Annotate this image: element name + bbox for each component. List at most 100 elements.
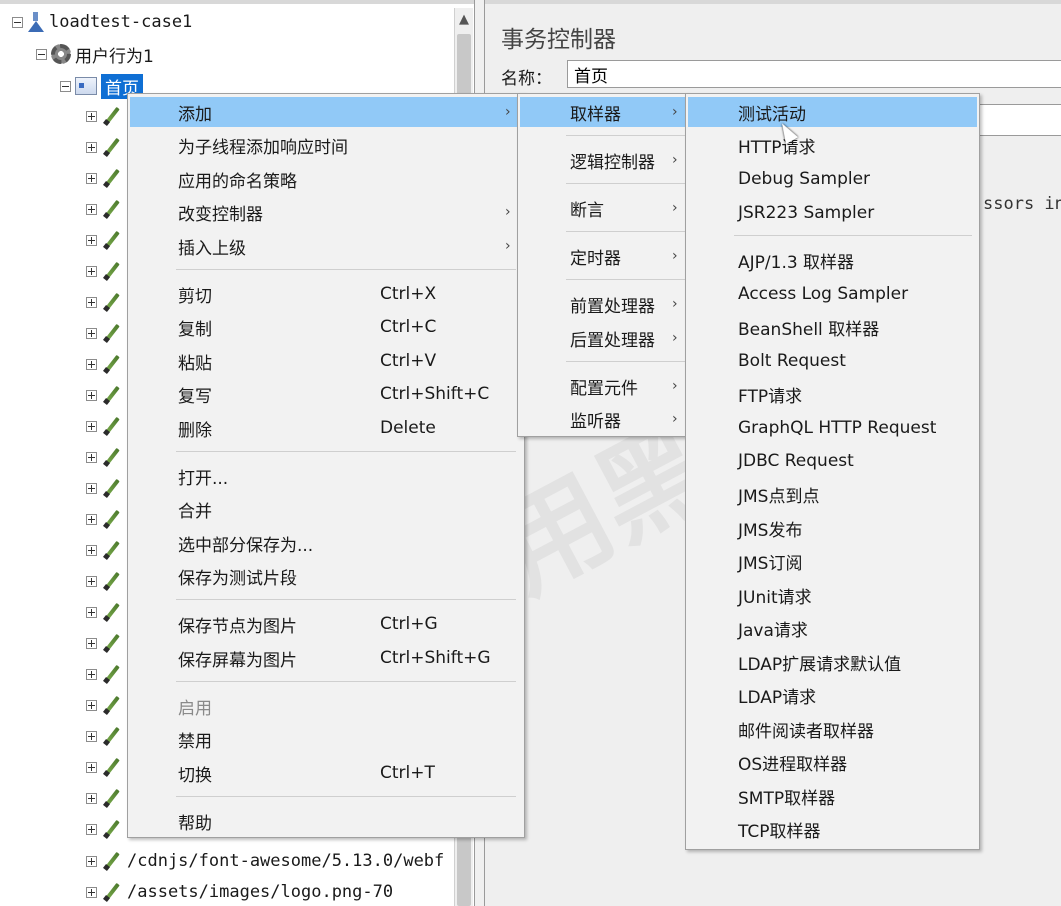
name-field[interactable] [567,60,1061,88]
sampler-menu-item[interactable]: HTTP请求 [688,131,977,161]
menu-item[interactable]: 插入上级 › [130,231,522,261]
menu-item[interactable]: 为子线程添加响应时间 [130,130,522,160]
tree-node-sampler[interactable]: /assets/images/logo.png-70 [86,878,393,906]
tree-node-sampler[interactable] [86,164,123,192]
tree-node-sampler[interactable] [86,381,123,409]
submenu-item[interactable]: 取样器 › [520,97,685,127]
submenu-item[interactable]: 逻辑控制器 › [520,145,685,175]
expand-icon[interactable] [86,668,97,680]
sampler-menu-item[interactable]: JMS点到点 [688,480,977,510]
menu-item[interactable]: 打开... [130,461,522,491]
sampler-menu-item[interactable]: TCP取样器 [688,815,977,845]
sampler-menu-item[interactable]: OS进程取样器 [688,748,977,778]
sampler-menu-item[interactable]: GraphQL HTTP Request [688,413,977,443]
tree-node-sampler[interactable] [86,257,123,285]
tree-node-thread-group[interactable]: 用户行为1 [36,40,154,68]
sampler-menu-item[interactable]: LDAP请求 [688,681,977,711]
sampler-menu-item[interactable]: BeanShell 取样器 [688,312,977,342]
tree-node-sampler[interactable] [86,629,123,657]
expand-icon[interactable] [86,172,97,184]
menu-item[interactable]: 禁用 [130,724,522,754]
expand-icon[interactable] [86,730,97,742]
expand-icon[interactable] [86,482,97,494]
tree-node-sampler[interactable] [86,815,123,843]
collapse-icon[interactable] [12,16,23,28]
expand-icon[interactable] [86,575,97,587]
sampler-menu-item[interactable]: LDAP扩展请求默认值 [688,647,977,677]
sampler-menu-item[interactable]: JUnit请求 [688,580,977,610]
tree-node-sampler[interactable] [86,195,123,223]
menu-item[interactable]: 应用的命名策略 [130,164,522,194]
expand-icon[interactable] [86,327,97,339]
menu-item[interactable]: 切换 Ctrl+T [130,758,522,788]
menu-item[interactable]: 改变控制器 › [130,197,522,227]
sampler-menu-item[interactable]: JMS订阅 [688,547,977,577]
submenu-item[interactable]: 断言 › [520,193,685,223]
menu-item[interactable]: 启用 [130,691,522,721]
tree-node-sampler[interactable]: /cdnjs/font-awesome/5.13.0/webf [86,847,444,875]
expand-icon[interactable] [86,792,97,804]
submenu-item[interactable]: 配置元件 › [520,371,685,401]
sampler-menu-item[interactable]: 邮件阅读者取样器 [688,714,977,744]
scroll-up-arrow-icon[interactable]: ▲ [455,8,473,32]
tree-node-sampler[interactable] [86,505,123,533]
tree-node-sampler[interactable] [86,567,123,595]
menu-item[interactable]: 保存节点为图片 Ctrl+G [130,609,522,639]
menu-item[interactable]: 选中部分保存为... [130,528,522,558]
tree-node-sampler[interactable] [86,474,123,502]
tree-node-sampler[interactable] [86,133,123,161]
tree-node-sampler[interactable] [86,288,123,316]
expand-icon[interactable] [86,513,97,525]
sampler-menu-item[interactable]: JSR223 Sampler [688,198,977,228]
sampler-menu-item[interactable]: 测试活动 [688,97,977,127]
expand-icon[interactable] [86,823,97,835]
menu-item[interactable]: 保存为测试片段 [130,561,522,591]
tree-node-sampler[interactable] [86,319,123,347]
expand-icon[interactable] [86,389,97,401]
expand-icon[interactable] [86,699,97,711]
expand-icon[interactable] [86,141,97,153]
expand-icon[interactable] [86,358,97,370]
tree-node-sampler[interactable] [86,660,123,688]
tree-node-sampler[interactable] [86,784,123,812]
sampler-menu-item[interactable]: JDBC Request [688,446,977,476]
sampler-menu-item[interactable]: FTP请求 [688,379,977,409]
submenu-item[interactable]: 前置处理器 › [520,289,685,319]
collapse-icon[interactable] [60,80,71,92]
menu-item[interactable]: 剪切 Ctrl+X [130,279,522,309]
sampler-menu-item[interactable]: AJP/1.3 取样器 [688,245,977,275]
menu-item[interactable]: 保存屏幕为图片 Ctrl+Shift+G [130,643,522,673]
sampler-menu-item[interactable]: SMTP取样器 [688,781,977,811]
sampler-menu-item[interactable]: Access Log Sampler [688,279,977,309]
menu-item[interactable]: 复写 Ctrl+Shift+C [130,379,522,409]
expand-icon[interactable] [86,110,97,122]
collapse-icon[interactable] [36,48,47,60]
tree-node-sampler[interactable] [86,598,123,626]
expand-icon[interactable] [86,886,97,898]
expand-icon[interactable] [86,203,97,215]
expand-icon[interactable] [86,234,97,246]
tree-node-sampler[interactable] [86,350,123,378]
tree-node-sampler[interactable] [86,412,123,440]
menu-item[interactable]: 合并 [130,494,522,524]
expand-icon[interactable] [86,451,97,463]
expand-icon[interactable] [86,296,97,308]
menu-item[interactable]: 添加 › [130,97,522,127]
tree-node-sampler[interactable] [86,691,123,719]
expand-icon[interactable] [86,637,97,649]
submenu-item[interactable]: 监听器 › [520,404,685,434]
expand-icon[interactable] [86,544,97,556]
menu-item[interactable]: 粘贴 Ctrl+V [130,346,522,376]
expand-icon[interactable] [86,606,97,618]
tree-node-sampler[interactable] [86,753,123,781]
menu-item[interactable]: 复制 Ctrl+C [130,312,522,342]
expand-icon[interactable] [86,855,97,867]
expand-icon[interactable] [86,265,97,277]
sampler-menu-item[interactable]: Debug Sampler [688,164,977,194]
menu-item[interactable]: 删除 Delete [130,413,522,443]
expand-icon[interactable] [86,761,97,773]
sampler-menu-item[interactable]: Java请求 [688,614,977,644]
tree-node-sampler[interactable] [86,536,123,564]
tree-node-sampler[interactable] [86,226,123,254]
tree-node-sampler[interactable] [86,443,123,471]
